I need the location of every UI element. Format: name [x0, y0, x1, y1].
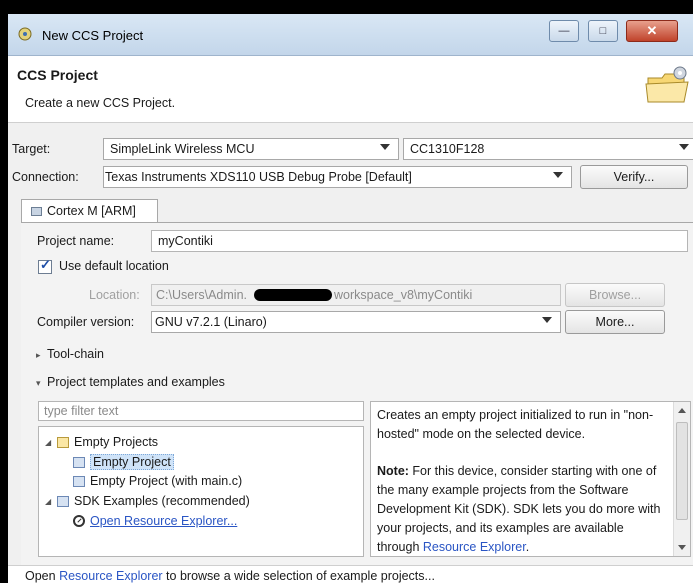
verify-button[interactable]: Verify...	[580, 165, 688, 189]
target-device-select[interactable]: CC1310F128	[403, 138, 693, 160]
folder-icon	[57, 436, 69, 448]
target-device-value: CC1310F128	[410, 142, 485, 156]
tree-item-sdk-examples[interactable]: ◢ SDK Examples (recommended)	[45, 494, 250, 508]
project-name-value: myContiki	[158, 234, 213, 248]
wizard-folder-icon	[645, 66, 689, 103]
description-scrollbar[interactable]	[673, 402, 690, 556]
tree-item-empty-project-main[interactable]: Empty Project (with main.c)	[73, 474, 242, 488]
close-icon: ✕	[646, 23, 658, 38]
footer-prefix: Open	[25, 569, 60, 583]
chevron-down-icon	[679, 144, 689, 150]
project-icon	[73, 456, 85, 468]
footer-resource-explorer-link[interactable]: Resource Explorer	[59, 569, 163, 583]
target-family-select[interactable]: SimpleLink Wireless MCU	[103, 138, 399, 160]
scroll-thumb[interactable]	[676, 422, 688, 520]
tree-item-label: Empty Project	[90, 454, 174, 470]
connection-select[interactable]: Texas Instruments XDS110 USB Debug Probe…	[103, 166, 572, 188]
tree-item-empty-projects[interactable]: ◢ Empty Projects	[45, 435, 158, 449]
checkmark-icon: ✓	[40, 257, 51, 272]
scroll-down-icon[interactable]	[678, 545, 686, 550]
location-label: Location:	[89, 288, 140, 302]
toolchain-expand-icon[interactable]: ▸	[36, 350, 41, 361]
templates-collapse-icon[interactable]: ▾	[36, 378, 41, 389]
connection-value: Texas Instruments XDS110 USB Debug Probe…	[105, 170, 412, 184]
project-name-input[interactable]: myContiki	[151, 230, 688, 252]
target-family-value: SimpleLink Wireless MCU	[110, 142, 255, 156]
footer-text: Open Resource Explorer to browse a wide …	[25, 569, 435, 583]
minimize-button[interactable]: —	[549, 20, 579, 42]
collapse-icon[interactable]: ◢	[45, 497, 57, 506]
more-button[interactable]: More...	[565, 310, 665, 334]
footer: Open Resource Explorer to browse a wide …	[8, 565, 693, 583]
use-default-location-checkbox[interactable]: ✓	[38, 257, 52, 274]
maximize-icon: □	[599, 25, 607, 37]
tab-cortex-m[interactable]: Cortex M [ARM]	[21, 199, 158, 223]
ccs-icon	[18, 27, 32, 41]
use-default-location-label: Use default location	[59, 259, 169, 273]
location-prefix: C:\Users\Admin.	[156, 288, 247, 302]
template-tree[interactable]: ◢ Empty Projects Empty Project Empty Pro…	[38, 426, 364, 557]
tab-label: Cortex M [ARM]	[47, 204, 136, 218]
wizard-header: CCS Project Create a new CCS Project.	[8, 56, 693, 123]
location-input[interactable]: C:\Users\Admin. workspace_v8\myContiki	[151, 284, 561, 306]
tree-item-open-resource-explorer[interactable]: Open Resource Explorer...	[73, 514, 237, 528]
resource-explorer-link[interactable]: Resource Explorer	[423, 540, 526, 554]
connection-label: Connection:	[12, 170, 79, 184]
chevron-down-icon	[553, 172, 563, 178]
compiler-version-value: GNU v7.2.1 (Linaro)	[155, 315, 267, 329]
browse-button[interactable]: Browse...	[565, 283, 665, 307]
project-icon	[73, 475, 85, 487]
filter-placeholder: type filter text	[44, 404, 119, 418]
page-subtitle: Create a new CCS Project.	[25, 96, 176, 110]
core-icon	[31, 207, 42, 216]
folder-icon	[57, 495, 69, 507]
window-title: New CCS Project	[42, 28, 144, 43]
maximize-button[interactable]: □	[588, 20, 618, 42]
templates-section[interactable]: Project templates and examples	[47, 375, 225, 389]
close-button[interactable]: ✕	[626, 20, 678, 42]
new-ccs-project-dialog: New CCS Project — □ ✕ CCS Project Create…	[8, 14, 693, 583]
minimize-icon: —	[558, 25, 570, 37]
redaction-mark	[254, 289, 332, 301]
description-note: Note: For this device, consider starting…	[377, 462, 668, 556]
project-name-label: Project name:	[37, 234, 115, 248]
target-label: Target:	[12, 142, 51, 156]
chevron-down-icon	[380, 144, 390, 150]
tree-item-empty-project[interactable]: Empty Project	[73, 454, 174, 470]
template-filter-input[interactable]: type filter text	[38, 401, 364, 421]
tree-item-label: Empty Project (with main.c)	[90, 474, 243, 488]
tree-item-label: Empty Projects	[74, 435, 159, 449]
footer-suffix: to browse a wide selection of example pr…	[162, 569, 435, 583]
scroll-up-icon[interactable]	[678, 408, 686, 413]
resource-explorer-icon	[73, 515, 85, 527]
description-text: Creates an empty project initialized to …	[377, 408, 654, 441]
toolchain-section[interactable]: Tool-chain	[47, 347, 104, 361]
page-title: CCS Project	[17, 67, 98, 83]
collapse-icon[interactable]: ◢	[45, 438, 57, 447]
tree-item-label: SDK Examples (recommended)	[74, 494, 250, 508]
location-suffix: workspace_v8\myContiki	[334, 288, 473, 302]
note-label: Note:	[377, 464, 409, 478]
title-bar[interactable]: New CCS Project — □ ✕	[8, 14, 693, 56]
chevron-down-icon	[542, 317, 552, 323]
compiler-version-label: Compiler version:	[37, 315, 135, 329]
compiler-version-select[interactable]: GNU v7.2.1 (Linaro)	[151, 311, 561, 333]
template-description: Creates an empty project initialized to …	[370, 401, 691, 557]
open-resource-explorer-link[interactable]: Open Resource Explorer...	[90, 514, 237, 528]
note-end: .	[525, 540, 530, 554]
